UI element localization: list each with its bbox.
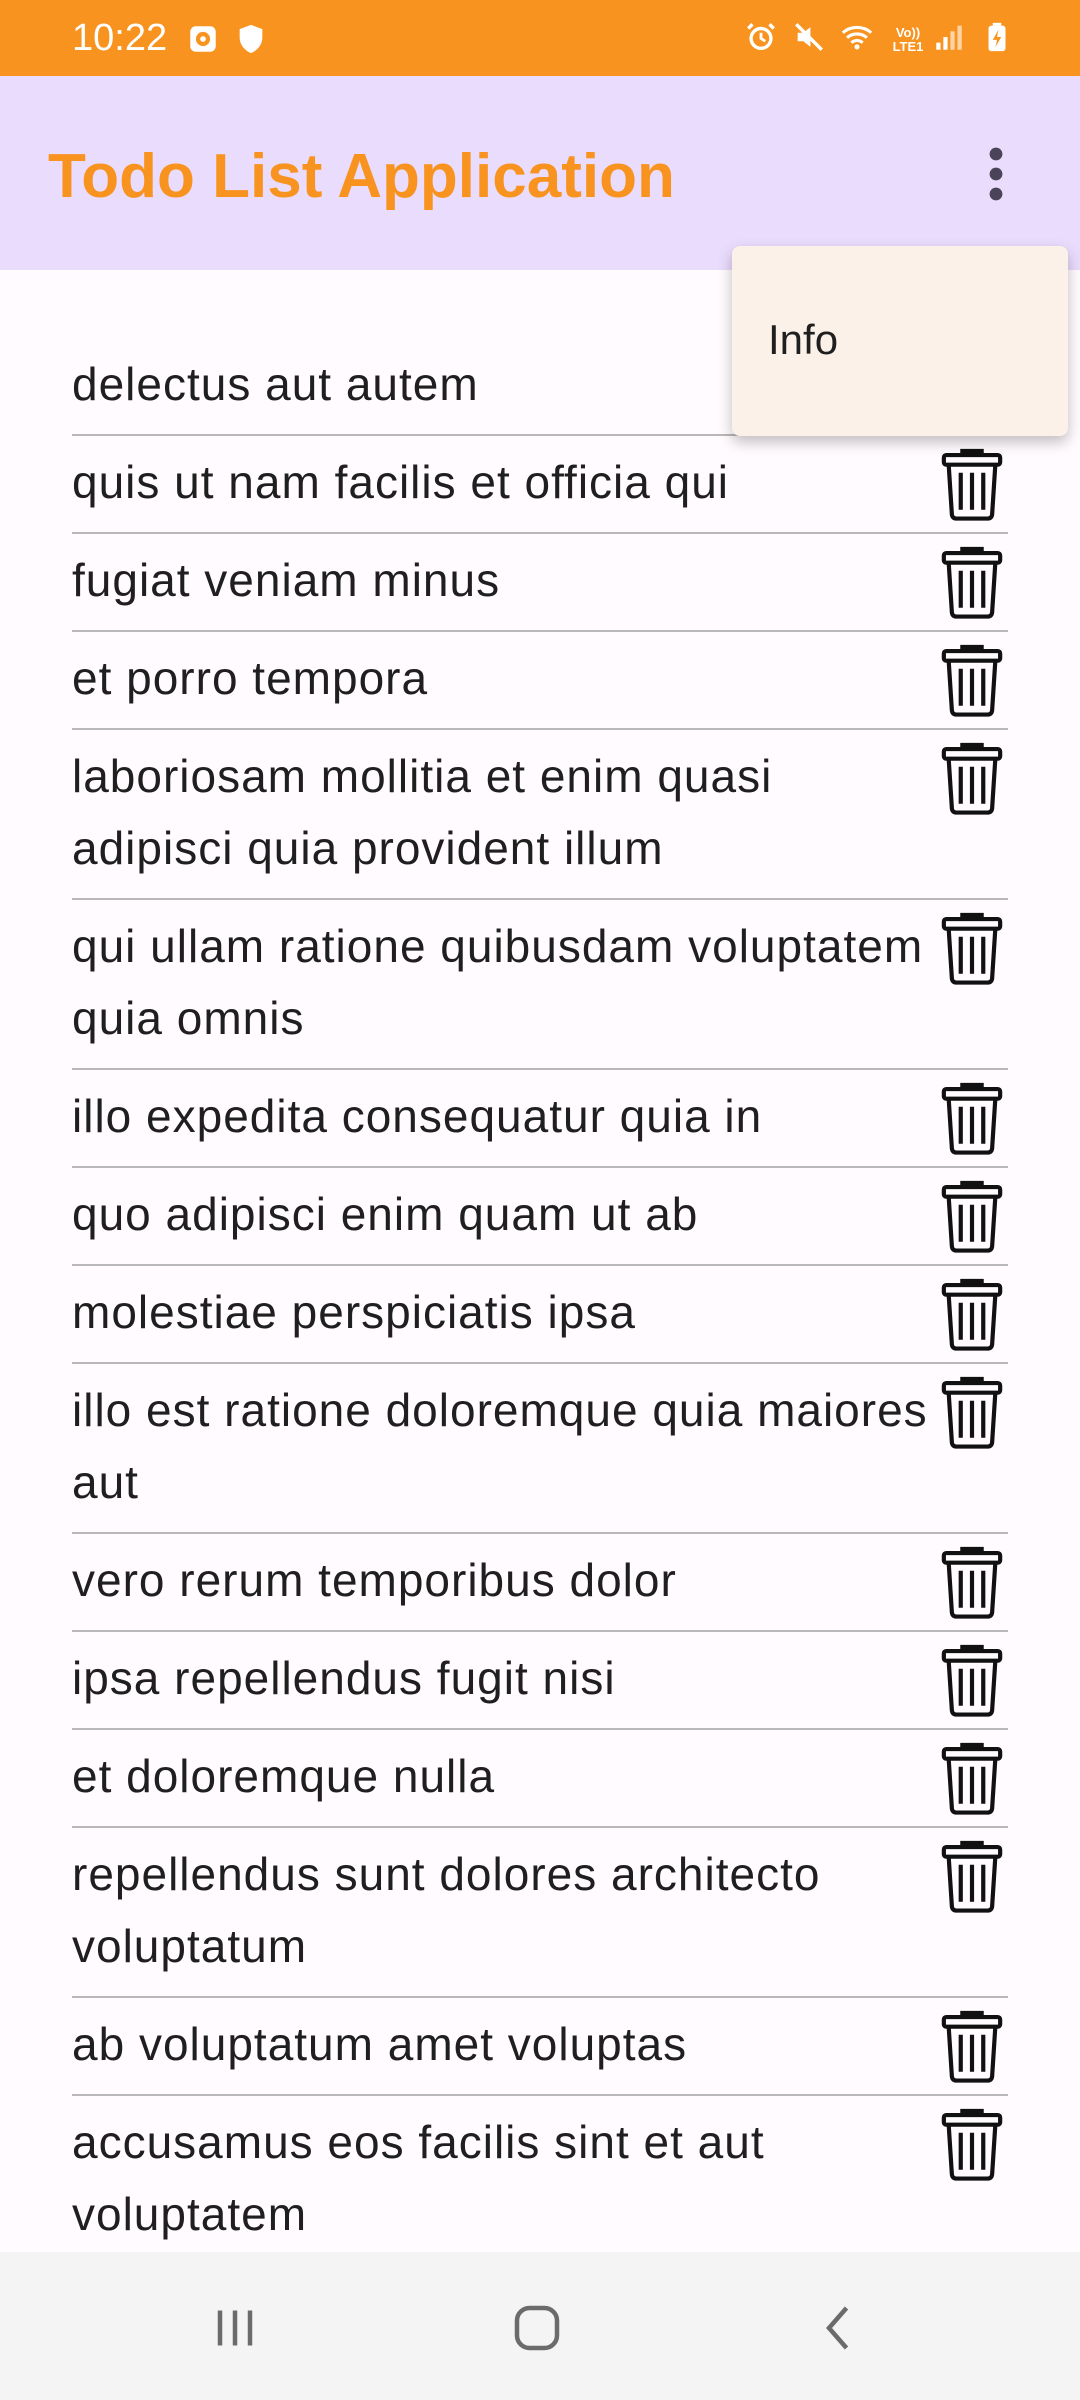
- delete-todo-button[interactable]: [936, 1642, 1008, 1718]
- trash-icon: [941, 1840, 1003, 1913]
- trash-icon: [941, 644, 1003, 717]
- todo-title: quo adipisci enim quam ut ab: [72, 1188, 699, 1240]
- shield-icon: [239, 24, 263, 54]
- todo-title: ab voluptatum amet voluptas: [72, 2018, 688, 2070]
- more-vert-icon: [989, 147, 1003, 201]
- trash-icon: [941, 742, 1003, 815]
- wifi-icon: [841, 25, 873, 50]
- trash-icon: [941, 1742, 1003, 1815]
- todo-row: et doloremque nulla: [72, 1730, 1008, 1828]
- trash-icon: [941, 2108, 1003, 2181]
- delete-todo-button[interactable]: [936, 446, 1008, 522]
- todo-row: molestiae perspiciatis ipsa: [72, 1266, 1008, 1364]
- todo-row: illo est ratione doloremque quia maiores…: [72, 1364, 1008, 1534]
- delete-todo-button[interactable]: [936, 1838, 1008, 1914]
- recent-apps-button[interactable]: [190, 2288, 280, 2368]
- back-button[interactable]: [794, 2288, 884, 2368]
- status-right-icons: Vo)) LTE1: [744, 20, 1014, 54]
- todo-title: molestiae perspiciatis ipsa: [72, 1286, 636, 1338]
- todo-title: et doloremque nulla: [72, 1750, 496, 1802]
- mute-icon: [795, 23, 823, 51]
- app-bar: Todo List Application: [0, 76, 1080, 270]
- todo-title: qui ullam ratione quibusdam voluptatem q…: [72, 920, 924, 1044]
- delete-todo-button[interactable]: [936, 544, 1008, 620]
- home-button[interactable]: [492, 2288, 582, 2368]
- todo-row: quo adipisci enim quam ut ab: [72, 1168, 1008, 1266]
- todo-row: accusamus eos facilis sint et aut volupt…: [72, 2096, 1008, 2266]
- delete-todo-button[interactable]: [936, 1374, 1008, 1450]
- delete-todo-button[interactable]: [936, 642, 1008, 718]
- todo-row: illo expedita consequatur quia in: [72, 1070, 1008, 1168]
- todo-list: delectus aut autem quis ut nam facilis e…: [72, 338, 1008, 2286]
- trash-icon: [941, 448, 1003, 521]
- status-time: 10:22: [72, 17, 168, 59]
- todo-row: quis ut nam facilis et officia qui: [72, 436, 1008, 534]
- todo-row: qui ullam ratione quibusdam voluptatem q…: [72, 900, 1008, 1070]
- todo-row: vero rerum temporibus dolor: [72, 1534, 1008, 1632]
- todo-title: quis ut nam facilis et officia qui: [72, 456, 730, 508]
- alarm-icon: [747, 23, 775, 51]
- todo-title: et porro tempora: [72, 652, 429, 704]
- delete-todo-button[interactable]: [936, 1178, 1008, 1254]
- notification-app-icon: [190, 26, 216, 52]
- system-nav-bar: [0, 2252, 1080, 2400]
- volte-label: Vo)) LTE1: [892, 25, 924, 54]
- status-left-icons: [186, 22, 268, 56]
- todo-title: ipsa repellendus fugit nisi: [72, 1652, 616, 1704]
- todo-row: et porro tempora: [72, 632, 1008, 730]
- delete-todo-button[interactable]: [936, 1080, 1008, 1156]
- todo-row: fugiat veniam minus: [72, 534, 1008, 632]
- trash-icon: [941, 1644, 1003, 1717]
- overflow-dropdown-menu: Info: [732, 246, 1068, 436]
- delete-todo-button[interactable]: [936, 2106, 1008, 2182]
- status-bar: 10:22 Vo)) LTE1: [0, 0, 1080, 76]
- todo-title: vero rerum temporibus dolor: [72, 1554, 677, 1606]
- delete-todo-button[interactable]: [936, 1740, 1008, 1816]
- todo-row: laboriosam mollitia et enim quasi adipis…: [72, 730, 1008, 900]
- todo-row: repellendus sunt dolores architecto volu…: [72, 1828, 1008, 1998]
- delete-todo-button[interactable]: [936, 910, 1008, 986]
- todo-title: laboriosam mollitia et enim quasi adipis…: [72, 750, 773, 874]
- trash-icon: [941, 912, 1003, 985]
- todo-row: ipsa repellendus fugit nisi: [72, 1632, 1008, 1730]
- trash-icon: [941, 546, 1003, 619]
- back-icon: [826, 2306, 849, 2350]
- todo-title: fugiat veniam minus: [72, 554, 501, 606]
- todo-title: illo expedita consequatur quia in: [72, 1090, 763, 1142]
- delete-todo-button[interactable]: [936, 1544, 1008, 1620]
- battery-charging-icon: [988, 22, 1006, 52]
- todo-title: illo est ratione doloremque quia maiores…: [72, 1384, 928, 1508]
- todo-title: accusamus eos facilis sint et aut volupt…: [72, 2116, 765, 2240]
- trash-icon: [941, 2010, 1003, 2083]
- menu-item-info[interactable]: Info: [768, 316, 838, 364]
- signal-bars-icon: [936, 25, 962, 50]
- delete-todo-button[interactable]: [936, 2008, 1008, 2084]
- todo-row: ab voluptatum amet voluptas: [72, 1998, 1008, 2096]
- trash-icon: [941, 1180, 1003, 1253]
- home-icon: [514, 2305, 560, 2351]
- trash-icon: [941, 1376, 1003, 1449]
- delete-todo-button[interactable]: [936, 1276, 1008, 1352]
- recent-apps-icon: [217, 2310, 253, 2346]
- app-title: Todo List Application: [48, 142, 675, 211]
- trash-icon: [941, 1278, 1003, 1351]
- todo-title: repellendus sunt dolores architecto volu…: [72, 1848, 821, 1972]
- trash-icon: [941, 1082, 1003, 1155]
- overflow-menu-button[interactable]: [960, 138, 1032, 210]
- volte-signal-icon: Vo)) LTE1: [888, 20, 966, 54]
- trash-icon: [941, 1546, 1003, 1619]
- delete-todo-button[interactable]: [936, 740, 1008, 816]
